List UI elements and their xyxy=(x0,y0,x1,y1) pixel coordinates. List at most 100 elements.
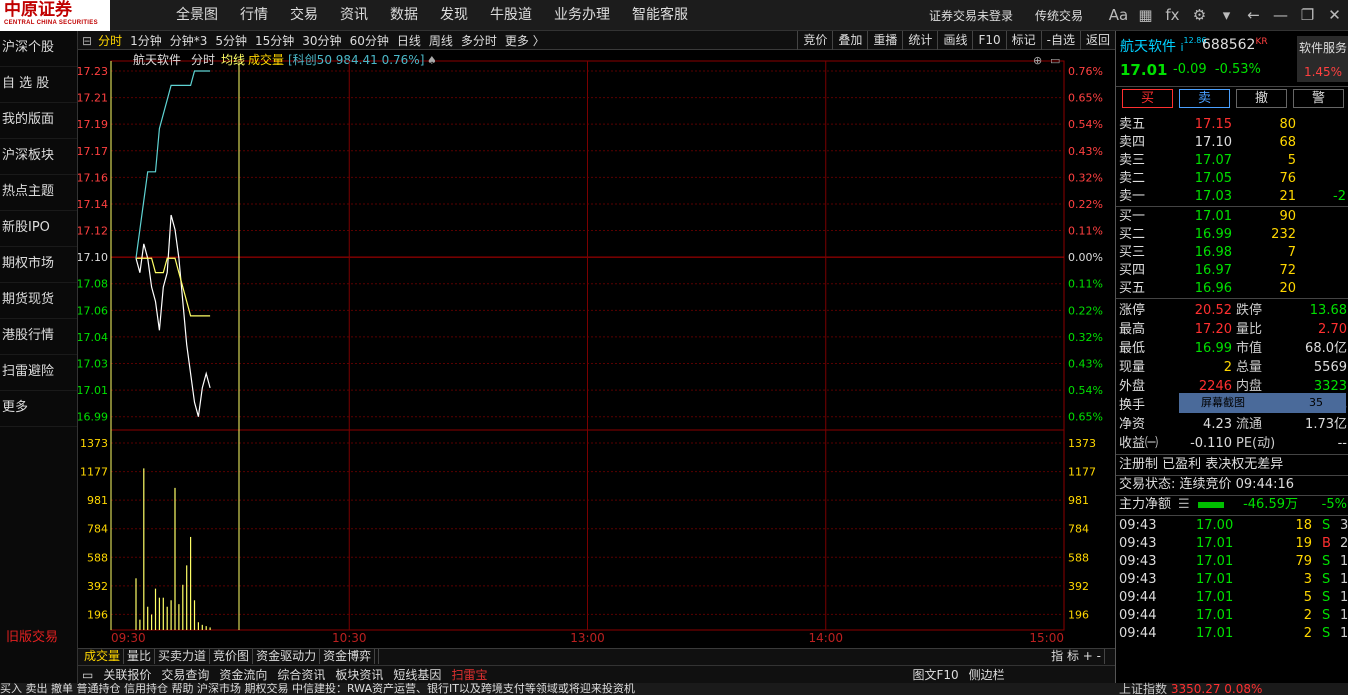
nav-item-7[interactable]: 业务办理 xyxy=(543,0,621,31)
list-icon[interactable]: ☰ xyxy=(1178,496,1190,514)
quote-panel: 航天软件 i12.86 688562KR 软件服务 1.45% 17.01 -0.… xyxy=(1115,31,1348,683)
bottom-tab-3[interactable]: 竞价图 xyxy=(210,649,254,664)
intraday-chart[interactable]: 航天软件 分时 均线 成交量 [科创50 984.41 0.76%] ♠ 17.23 0.76… xyxy=(78,50,1115,648)
sidebar-item-9[interactable]: 扫雷避险 xyxy=(0,355,77,391)
sector-badge[interactable]: 软件服务 1.45% xyxy=(1297,36,1348,82)
trade-btn-1[interactable]: 卖 xyxy=(1179,89,1230,108)
bottom-tab-4[interactable]: 资金驱动力 xyxy=(253,649,321,664)
bid-row[interactable]: 买二 16.99 232 xyxy=(1116,226,1348,244)
minimize-icon[interactable]: — xyxy=(1267,0,1294,31)
sidebar-item-4[interactable]: 热点主题 xyxy=(0,175,77,211)
quick-link-1[interactable]: 交易查询 xyxy=(161,668,209,682)
ask-row[interactable]: 卖一 17.03 21 -2 xyxy=(1116,188,1348,206)
toolbar-btn-7[interactable]: -自选 xyxy=(1040,31,1080,50)
restore-icon[interactable]: ❐ xyxy=(1294,0,1321,31)
nav-item-3[interactable]: 资讯 xyxy=(329,0,379,31)
old-trade-link[interactable]: 旧版交易 xyxy=(6,626,58,645)
nav-item-5[interactable]: 发现 xyxy=(429,0,479,31)
quick-link-7[interactable]: 图文F10 xyxy=(912,668,958,682)
quick-link-0[interactable]: 关联报价 xyxy=(103,668,151,682)
quick-link-3[interactable]: 综合资讯 xyxy=(277,668,325,682)
expand-icon: ⊕ xyxy=(1033,54,1042,67)
sidebar-item-10[interactable]: 更多 xyxy=(0,391,77,427)
indicator-controls[interactable]: 指 标 + - xyxy=(1048,649,1105,664)
formula-icon[interactable]: fx xyxy=(1159,0,1186,31)
mode-switch[interactable]: 传统交易 xyxy=(1035,7,1083,24)
font-size-icon[interactable]: Aa xyxy=(1105,0,1132,31)
volume-tick-label-right: 784 xyxy=(1068,523,1089,536)
close-icon[interactable]: ✕ xyxy=(1321,0,1348,31)
toolbar-btn-1[interactable]: 叠加 xyxy=(832,31,867,50)
ask-row[interactable]: 卖四 17.10 68 xyxy=(1116,134,1348,152)
sidebar-item-6[interactable]: 期权市场 xyxy=(0,247,77,283)
ask-row[interactable]: 卖五 17.15 80 xyxy=(1116,116,1348,134)
gear-icon[interactable]: ⚙ xyxy=(1186,0,1213,31)
nav-item-2[interactable]: 交易 xyxy=(279,0,329,31)
login-status[interactable]: 证券交易未登录 xyxy=(929,7,1013,24)
price-tick-label: 17.01 xyxy=(78,384,108,397)
period-tab-8[interactable]: 周线 xyxy=(429,32,453,49)
quick-link-4[interactable]: 板块资讯 xyxy=(335,668,383,682)
quick-link-2[interactable]: 资金流向 xyxy=(219,668,267,682)
quick-link-5[interactable]: 短线基因 xyxy=(393,668,441,682)
nav-item-0[interactable]: 全景图 xyxy=(165,0,229,31)
task-text[interactable]: 买入 卖出 撤单 普通持仓 信用持仓 帮助 沪深市场 期权交易 中信建投：RWA… xyxy=(0,683,635,695)
statrow-icon[interactable]: ▭ xyxy=(82,668,93,682)
period-tab-1[interactable]: 1分钟 xyxy=(130,32,162,49)
sidebar-item-1[interactable]: 自 选 股 xyxy=(0,67,77,103)
nav-item-1[interactable]: 行情 xyxy=(229,0,279,31)
sidebar-item-3[interactable]: 沪深板块 xyxy=(0,139,77,175)
quick-link-6[interactable]: 扫雷宝 xyxy=(451,668,487,682)
period-tab-2[interactable]: 分钟*3 xyxy=(170,32,208,49)
quick-link-8[interactable]: 侧边栏 xyxy=(969,668,1005,682)
toolbar-btn-8[interactable]: 返回 xyxy=(1079,31,1115,50)
nav-item-8[interactable]: 智能客服 xyxy=(621,0,699,31)
main-flow-row[interactable]: 主力净额 ☰ -46.59万 -5% xyxy=(1116,496,1348,514)
toolbar-right: 竞价 叠加 重播 统计 画线 F10 标记 -自选 返回 xyxy=(797,31,1115,50)
index-bar[interactable]: 上证指数 3350.27 0.08% xyxy=(1115,683,1348,695)
toolbar-btn-5[interactable]: F10 xyxy=(972,31,1005,50)
sidebar-item-0[interactable]: 沪深个股 xyxy=(0,31,77,67)
bid-row[interactable]: 买五 16.96 20 xyxy=(1116,280,1348,298)
ask-row[interactable]: 卖三 17.07 5 xyxy=(1116,152,1348,170)
back-icon[interactable]: ← xyxy=(1240,0,1267,31)
bid-row[interactable]: 买一 17.01 90 xyxy=(1116,208,1348,226)
period-tab-0[interactable]: 分时 xyxy=(98,32,122,49)
toolbar-btn-0[interactable]: 竞价 xyxy=(797,31,832,50)
trade-btn-2[interactable]: 撤 xyxy=(1236,89,1287,108)
period-tab-10[interactable]: 更多 〉 xyxy=(505,32,545,49)
nav-item-6[interactable]: 牛股道 xyxy=(479,0,543,31)
pct-tick-label: 0.22% xyxy=(1068,304,1103,317)
bid-row[interactable]: 买四 16.97 72 xyxy=(1116,262,1348,280)
toolbar-collapse-icon[interactable]: ⊟ xyxy=(82,34,92,48)
toolbar-btn-2[interactable]: 重播 xyxy=(867,31,902,50)
bottom-tab-5[interactable]: 资金博弈 xyxy=(320,649,376,664)
trade-btn-3[interactable]: 警 xyxy=(1293,89,1344,108)
period-tab-5[interactable]: 30分钟 xyxy=(302,32,341,49)
volume-tick-label-right: 1177 xyxy=(1068,466,1096,479)
skin-icon[interactable]: ▾ xyxy=(1213,0,1240,31)
tick-row: 09:43 17.01 3 S 1 xyxy=(1119,572,1348,587)
period-tab-9[interactable]: 多分时 xyxy=(461,32,497,49)
bottom-tab-2[interactable]: 买卖力道 xyxy=(155,649,211,664)
bottom-tab-0[interactable]: 成交量 xyxy=(81,649,125,664)
period-tab-7[interactable]: 日线 xyxy=(397,32,421,49)
volume-tick-label-right: 392 xyxy=(1068,580,1089,593)
grid-icon[interactable]: ▦ xyxy=(1132,0,1159,31)
period-tab-6[interactable]: 60分钟 xyxy=(350,32,389,49)
sidebar-item-8[interactable]: 港股行情 xyxy=(0,319,77,355)
nav-item-4[interactable]: 数据 xyxy=(379,0,429,31)
sidebar-item-2[interactable]: 我的版面 xyxy=(0,103,77,139)
period-tab-4[interactable]: 15分钟 xyxy=(255,32,294,49)
sidebar-item-7[interactable]: 期货现货 xyxy=(0,283,77,319)
bid-row[interactable]: 买三 16.98 7 xyxy=(1116,244,1348,262)
bottom-tab-1[interactable]: 量比 xyxy=(124,649,156,664)
period-tab-3[interactable]: 5分钟 xyxy=(215,32,247,49)
ask-row[interactable]: 卖二 17.05 76 xyxy=(1116,170,1348,188)
toolbar-btn-3[interactable]: 统计 xyxy=(902,31,937,50)
toolbar-btn-4[interactable]: 画线 xyxy=(937,31,972,50)
tags-row: 注册制 已盈利 表决权无差异 xyxy=(1119,457,1284,472)
sidebar-item-5[interactable]: 新股IPO xyxy=(0,211,77,247)
toolbar-btn-6[interactable]: 标记 xyxy=(1005,31,1041,50)
trade-btn-0[interactable]: 买 xyxy=(1122,89,1173,108)
